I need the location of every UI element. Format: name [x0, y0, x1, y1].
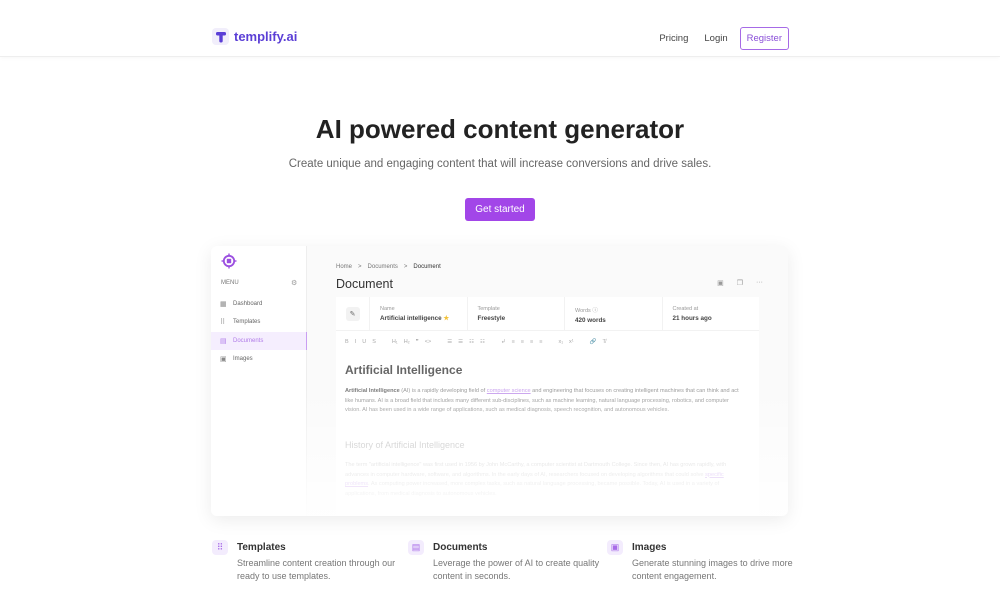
hero-subtitle: Create unique and engaging content that … — [288, 158, 712, 170]
app-sidebar: MENU ⚙ ▦ Dashboard ⠿ Templates ▤ Documents … — [211, 246, 307, 516]
doc-heading: Artificial Intelligence — [345, 363, 463, 377]
brand-name: templify.ai — [234, 29, 298, 44]
doc-link[interactable]: computer science — [487, 388, 531, 394]
copy-icon[interactable]: ❐ — [737, 279, 743, 287]
sidebar-item-dashboard[interactable]: ▦ Dashboard — [211, 295, 307, 313]
menu-label: MENU — [221, 280, 239, 286]
chevron-right-icon: > — [403, 264, 408, 270]
toolbar-button[interactable]: ≡ — [512, 339, 515, 345]
sidebar-item-label: Dashboard — [233, 301, 263, 307]
top-nav: templify.ai Pricing Login Register — [0, 0, 1000, 57]
breadcrumb: Home > Documents > Document — [336, 264, 441, 270]
toolbar-button[interactable]: I — [355, 339, 357, 345]
document-info-bar: ✎ Name Artificial intelligence ★ Template… — [336, 297, 759, 331]
toolbar-button[interactable]: ☷ — [480, 339, 485, 345]
info-name: Name Artificial intelligence ★ — [370, 297, 468, 330]
toolbar-button[interactable]: ❞ — [416, 339, 419, 345]
toolbar-button[interactable]: B — [345, 339, 349, 345]
document-card: ✎ Name Artificial intelligence ★ Template… — [336, 297, 759, 516]
sidebar-item-label: Templates — [233, 319, 261, 325]
magic-wand-icon: ✎ — [345, 306, 360, 321]
settings-icon[interactable]: ⚙ — [291, 279, 297, 287]
info-created: Created at 21 hours ago — [672, 306, 712, 322]
toolbar-button[interactable]: ☰ — [458, 339, 463, 345]
breadcrumb-current: Document — [413, 264, 441, 270]
hero-title: AI powered content generator — [315, 114, 685, 144]
doc-subheading: History of Artificial Intelligence — [345, 440, 465, 450]
get-started-button[interactable]: Get started — [465, 198, 535, 221]
doc-paragraph: The term "artificial intelligence" was f… — [345, 462, 727, 497]
toolbar-button[interactable]: H₂ — [404, 339, 410, 345]
info-template: Template Freestyle — [468, 297, 565, 330]
toolbar-button[interactable]: U — [362, 339, 366, 345]
toolbar-divider — [580, 339, 584, 345]
nav-pricing-link[interactable]: Pricing — [659, 33, 688, 44]
toolbar-button[interactable]: S — [372, 339, 376, 345]
sidebar-item-templates[interactable]: ⠿ Templates — [211, 313, 307, 331]
toolbar-divider — [437, 339, 441, 345]
toolbar-button[interactable]: ≡ — [539, 339, 542, 345]
toolbar-divider — [548, 339, 552, 345]
breadcrumb-documents[interactable]: Documents — [368, 264, 398, 270]
sidebar-item-documents[interactable]: ▤ Documents — [211, 332, 307, 350]
grid-icon: ⠿ — [220, 318, 226, 326]
dashboard-icon: ▦ — [220, 300, 227, 308]
sidebar-item-images[interactable]: ▣ Images — [211, 350, 307, 368]
document-main: Home > Documents > Document Document ▣ ❐… — [336, 246, 776, 516]
toolbar-button[interactable]: x₁ — [558, 339, 563, 345]
sidebar-item-label: Images — [233, 356, 253, 362]
image-icon: ▣ — [220, 355, 227, 363]
toolbar-divider — [382, 339, 386, 345]
nav-login-link[interactable]: Login — [704, 33, 727, 44]
chevron-right-icon: > — [358, 264, 362, 270]
register-button[interactable]: Register — [739, 27, 789, 50]
page-title: Document — [336, 277, 393, 291]
logo-icon — [212, 28, 229, 45]
toolbar-button[interactable]: T̸ — [603, 339, 606, 345]
grid-icon: ⠿ — [212, 540, 228, 555]
info-words: Words ⓘ 420 words — [565, 297, 663, 330]
app-logo-icon — [221, 253, 237, 274]
image-icon: ▣ — [607, 540, 623, 555]
document-icon: ▤ — [408, 540, 424, 555]
toolbar-button[interactable]: H₁ — [392, 339, 398, 345]
app-preview: MENU ⚙ ▦ Dashboard ⠿ Templates ▤ Documents … — [211, 246, 788, 516]
save-icon[interactable]: ▣ — [717, 279, 724, 287]
doc-paragraph: Artificial Intelligence (AI) is a rapidl… — [345, 388, 739, 414]
toolbar-button[interactable]: <> — [425, 339, 431, 345]
toolbar-button[interactable]: ☷ — [469, 339, 474, 345]
toolbar-button[interactable]: ≡ — [521, 339, 524, 345]
toolbar-button[interactable]: ☰ — [447, 339, 452, 345]
toolbar-divider — [491, 339, 495, 345]
editor-toolbar: B I U S H₁ H₂ ❞ <> ☰ ☰ ☷ ☷ ↲ ≡ ≡ ≡ ≡ x₁ x¹ 🔗 T̸ — [345, 339, 606, 345]
toolbar-button[interactable]: 🔗 — [590, 339, 597, 345]
toolbar-button[interactable]: ↲ — [501, 339, 506, 345]
star-icon[interactable]: ★ — [443, 315, 449, 322]
document-icon: ▤ — [220, 337, 227, 345]
brand-logo[interactable]: templify.ai — [212, 28, 297, 45]
breadcrumb-home[interactable]: Home — [336, 264, 352, 270]
toolbar-button[interactable]: x¹ — [569, 339, 574, 345]
sidebar-item-label: Documents — [233, 338, 264, 344]
more-icon[interactable]: ··· — [756, 279, 763, 287]
toolbar-button[interactable]: ≡ — [530, 339, 533, 345]
